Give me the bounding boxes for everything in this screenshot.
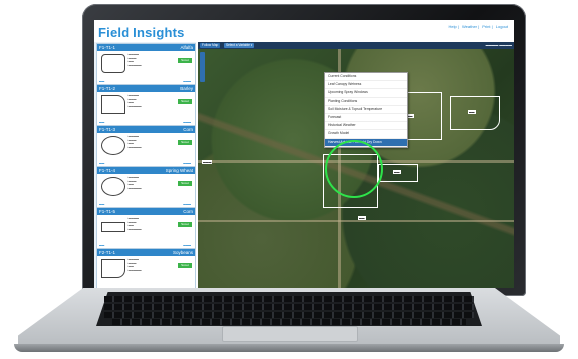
- field-crop: Spring Wheat: [165, 168, 193, 173]
- menu-item[interactable]: Forecast: [325, 114, 407, 123]
- field-shape-thumbnail: [101, 136, 125, 155]
- field-id: F2-T1-1: [99, 250, 116, 255]
- field-card-header: F2-T1-1 Soybeans: [97, 249, 195, 256]
- follow-map-button[interactable]: Follow Map: [200, 43, 221, 48]
- field-shape-thumbnail: [101, 54, 125, 73]
- scout-button[interactable]: Scout: [178, 140, 192, 145]
- field-crop: Corn: [183, 127, 193, 132]
- field-card[interactable]: F1-T1-3 Corn ▪ ▬▬▬▬ ▪ ▬▬▬ ▪ ▬▬ ▪ ▬▬▬▬▬ Scou…: [96, 125, 196, 167]
- field-card[interactable]: F2-T1-1 Soybeans ▪ ▬▬▬▬ ▪ ▬▬▬ ▪ ▬▬ ▪ ▬▬▬▬▬ …: [96, 248, 196, 288]
- field-card-header: F1-T1-5 Corn: [97, 208, 195, 215]
- menu-item[interactable]: Historical Weather: [325, 122, 407, 131]
- field-details: ▪ ▬▬▬▬ ▪ ▬▬▬ ▪ ▬▬ ▪ ▬▬▬▬▬: [127, 258, 142, 272]
- variable-select[interactable]: Select a Variable ▾: [224, 43, 255, 48]
- layer-dropdown-menu: Current Conditions Leaf Canopy Wetness U…: [324, 72, 408, 148]
- scout-button[interactable]: Scout: [178, 58, 192, 63]
- keyboard-row: [112, 319, 466, 325]
- field-card[interactable]: F1-T1-4 Spring Wheat ▪ ▬▬▬▬ ▪ ▬▬▬ ▪ ▬▬ ▪ ▬▬…: [96, 166, 196, 208]
- map-road: [198, 220, 514, 222]
- field-card-header: F1-T1-1 Alfalfa: [97, 44, 195, 51]
- print-link[interactable]: Print: [482, 24, 490, 29]
- menu-item[interactable]: Current Conditions: [325, 73, 407, 82]
- field-card-footer: ▬▬ ▬▬▬: [99, 162, 191, 165]
- scout-button[interactable]: Scout: [178, 263, 192, 268]
- field-details: ▪ ▬▬▬▬ ▪ ▬▬▬ ▪ ▬▬ ▪ ▬▬▬▬▬: [127, 94, 142, 108]
- weather-link[interactable]: Weather: [462, 24, 477, 29]
- header-links: Help | Weather | Print | Logout: [448, 24, 508, 29]
- app-header: Field Insights Help | Weather | Print | …: [94, 20, 514, 40]
- scout-button[interactable]: Scout: [178, 99, 192, 104]
- help-link[interactable]: Help: [448, 24, 456, 29]
- field-list-sidebar: F1-T1-1 Alfalfa ▪ ▬▬▬▬ ▪ ▬▬▬ ▪ ▬▬ ▪ ▬▬▬▬▬ S…: [94, 42, 196, 288]
- menu-item[interactable]: Growth Model: [325, 130, 407, 139]
- scout-button[interactable]: Scout: [178, 222, 192, 227]
- field-label: ▬▬: [468, 110, 476, 114]
- field-card-header: F1-T1-4 Spring Wheat: [97, 167, 195, 174]
- field-label: ▬▬: [393, 170, 401, 174]
- field-shape-thumbnail: [101, 222, 125, 232]
- laptop-front-edge: [14, 344, 564, 352]
- logout-link[interactable]: Logout: [496, 24, 508, 29]
- scout-button[interactable]: Scout: [178, 181, 192, 186]
- field-card[interactable]: F1-T1-5 Corn ▪ ▬▬▬▬ ▪ ▬▬▬ ▪ ▬▬ ▪ ▬▬▬▬▬ Scou…: [96, 207, 196, 249]
- field-crop: Barley: [180, 86, 193, 91]
- app-title: Field Insights: [98, 25, 185, 40]
- menu-item[interactable]: Planting Conditions: [325, 98, 407, 106]
- app-screen: Field Insights Help | Weather | Print | …: [94, 20, 514, 288]
- map-coordinates: ▬▬▬▬ ▬▬▬▬: [485, 43, 512, 47]
- center-pivot-field[interactable]: [325, 140, 383, 198]
- field-shape-thumbnail: [101, 177, 125, 196]
- field-crop: Corn: [183, 209, 193, 214]
- field-label: ▬▬: [358, 216, 366, 220]
- field-crop: Soybeans: [172, 250, 193, 255]
- field-details: ▪ ▬▬▬▬ ▪ ▬▬▬ ▪ ▬▬ ▪ ▬▬▬▬▬: [127, 176, 142, 190]
- keyboard-row: [104, 304, 474, 310]
- field-id: F1-T1-4: [99, 168, 116, 173]
- laptop-trackpad: [222, 326, 358, 342]
- menu-item[interactable]: Leaf Canopy Wetness: [325, 81, 407, 90]
- field-details: ▪ ▬▬▬▬ ▪ ▬▬▬ ▪ ▬▬ ▪ ▬▬▬▬▬: [127, 217, 142, 231]
- keyboard-row: [104, 296, 474, 302]
- field-shape-thumbnail: [101, 259, 125, 278]
- field-id: F1-T1-3: [99, 127, 116, 132]
- field-details: ▪ ▬▬▬▬ ▪ ▬▬▬ ▪ ▬▬ ▪ ▬▬▬▬▬: [127, 53, 142, 67]
- field-shape-thumbnail: [101, 95, 125, 114]
- field-card-footer: ▬▬ ▬▬▬: [99, 121, 191, 124]
- field-card-header: F1-T1-3 Corn: [97, 126, 195, 133]
- field-card-header: F1-T1-2 Barley: [97, 85, 195, 92]
- keyboard-row: [104, 312, 474, 318]
- field-details: ▪ ▬▬▬▬ ▪ ▬▬▬ ▪ ▬▬ ▪ ▬▬▬▬▬: [127, 135, 142, 149]
- field-card-footer: ▬▬ ▬▬▬: [99, 80, 191, 83]
- field-card-footer: ▬▬ ▬▬▬: [99, 203, 191, 206]
- field-id: F1-T1-2: [99, 86, 116, 91]
- field-card[interactable]: F1-T1-2 Barley ▪ ▬▬▬▬ ▪ ▬▬▬ ▪ ▬▬ ▪ ▬▬▬▬▬ Sc…: [96, 84, 196, 126]
- field-card[interactable]: F1-T1-1 Alfalfa ▪ ▬▬▬▬ ▪ ▬▬▬ ▪ ▬▬ ▪ ▬▬▬▬▬ S…: [96, 43, 196, 85]
- field-id: F1-T1-1: [99, 45, 116, 50]
- field-crop: Alfalfa: [180, 45, 193, 50]
- menu-item[interactable]: Soil Moisture & Topsoil Temperature: [325, 106, 407, 114]
- field-card-footer: ▬▬ ▬▬▬: [99, 244, 191, 247]
- map-toolbar: Follow Map Select a Variable ▾ ▬▬▬▬ ▬▬▬▬: [198, 42, 514, 49]
- menu-item[interactable]: Upcoming Spray Windows: [325, 89, 407, 98]
- field-id: F1-T1-5: [99, 209, 116, 214]
- field-label: ▬▬▬: [202, 160, 213, 164]
- map-zoom-control[interactable]: [200, 52, 205, 82]
